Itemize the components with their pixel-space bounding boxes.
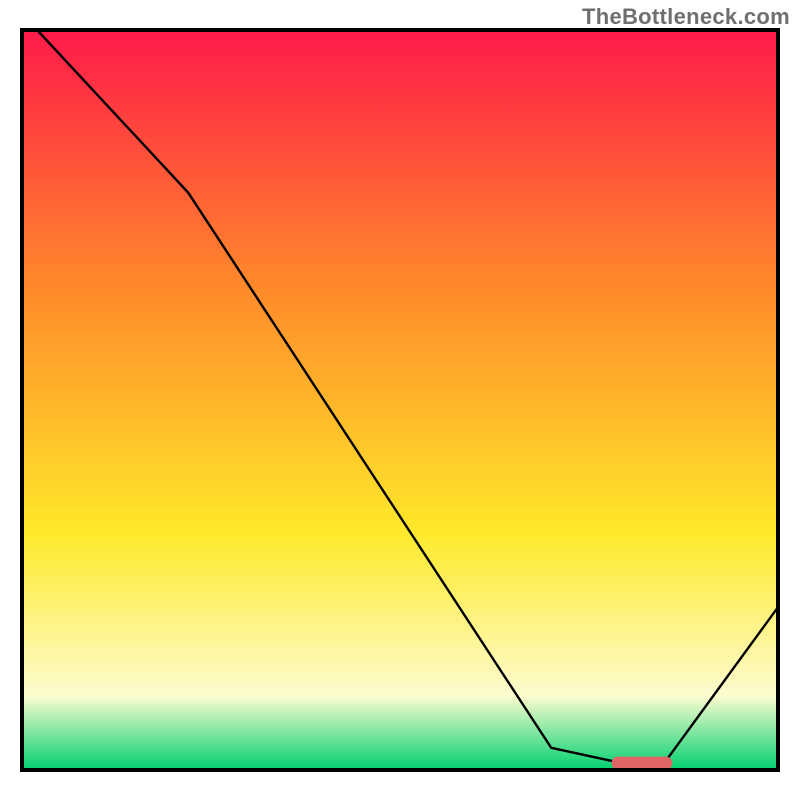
watermark-text: TheBottleneck.com (582, 4, 790, 30)
plot-background-gradient (22, 30, 778, 770)
bottleneck-chart (0, 0, 800, 800)
optimum-marker (612, 757, 673, 770)
chart-container: TheBottleneck.com (0, 0, 800, 800)
